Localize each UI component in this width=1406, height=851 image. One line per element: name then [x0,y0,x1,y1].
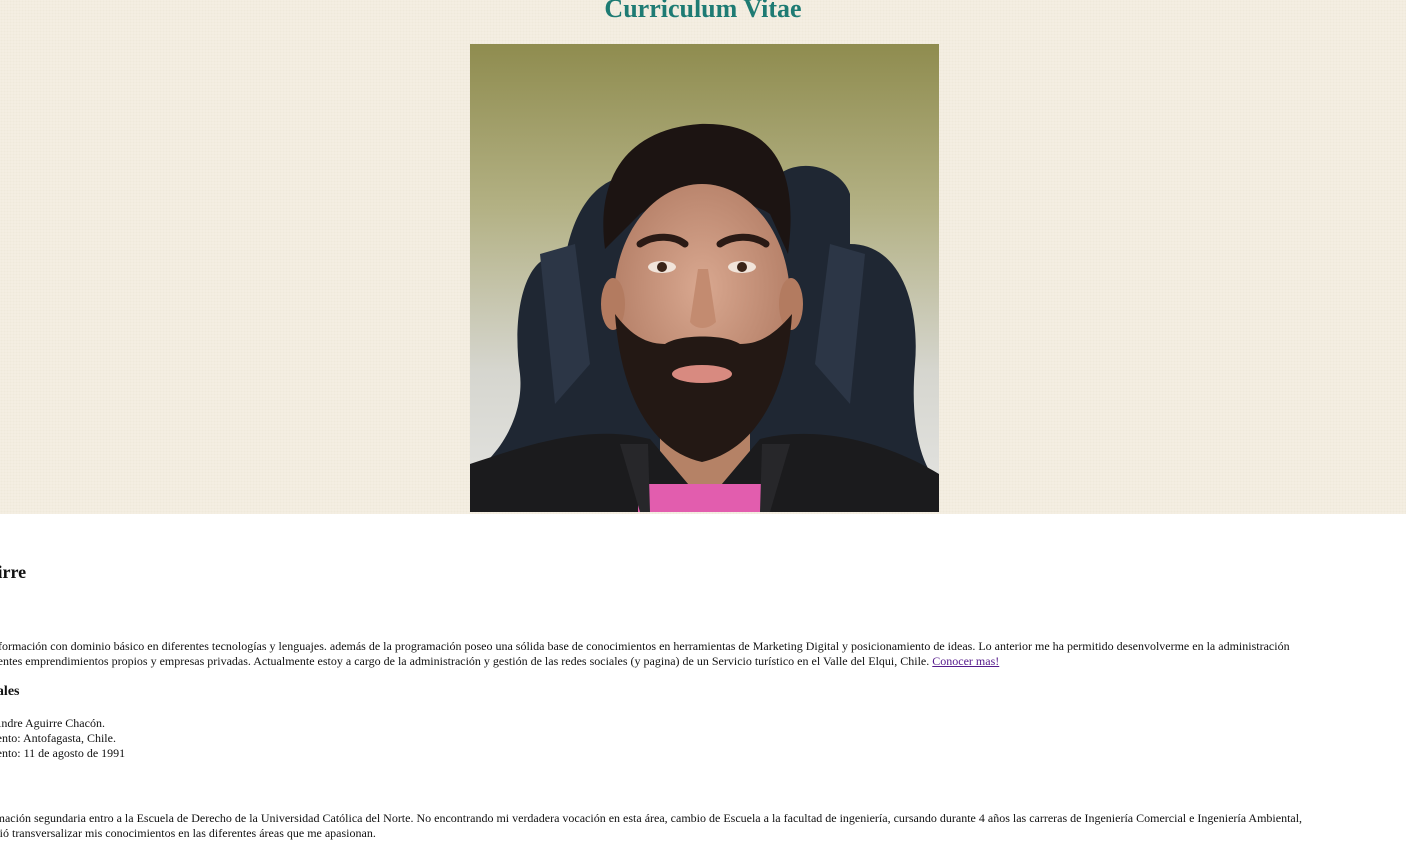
name-heading: Carlo Aguirre [0,562,27,582]
education-line: lo que me permitió transversalizar mis c… [0,826,376,840]
profile-summary-line: de redes de diferentes emprendimientos p… [0,654,1406,669]
section-heading-personal: Datos Personales [0,684,20,699]
profile-photo [470,44,939,512]
profile-summary-line: Programador en formación con dominio bás… [0,639,1290,653]
header-section: Curriculum Vitae [0,0,1406,514]
profile-summary-text: de redes de diferentes emprendimientos p… [0,654,933,668]
personal-info-item: Fecha de nacimiento: 11 de agosto de 199… [0,746,126,760]
personal-info-item: Lugar de nacimiento: Antofagasta, Chile. [0,731,116,745]
personal-info-list: Nombre: Carlo Andre Aguirre Chacón. Luga… [0,716,125,761]
more-info-link[interactable]: Conocer mas! [932,654,999,668]
education-line: Luego de mi formación segundaria entro a… [0,811,1303,825]
page: Curriculum Vitae irre Programador en for… [0,0,1406,851]
profile-summary: Programador en formación con dominio bás… [0,639,1406,669]
personal-info-item: Nombre: Carlo Andre Aguirre Chacón. [0,716,105,730]
page-title: Curriculum Vitae [604,0,802,23]
education-paragraph: Luego de mi formación segundaria entro a… [0,811,1406,841]
